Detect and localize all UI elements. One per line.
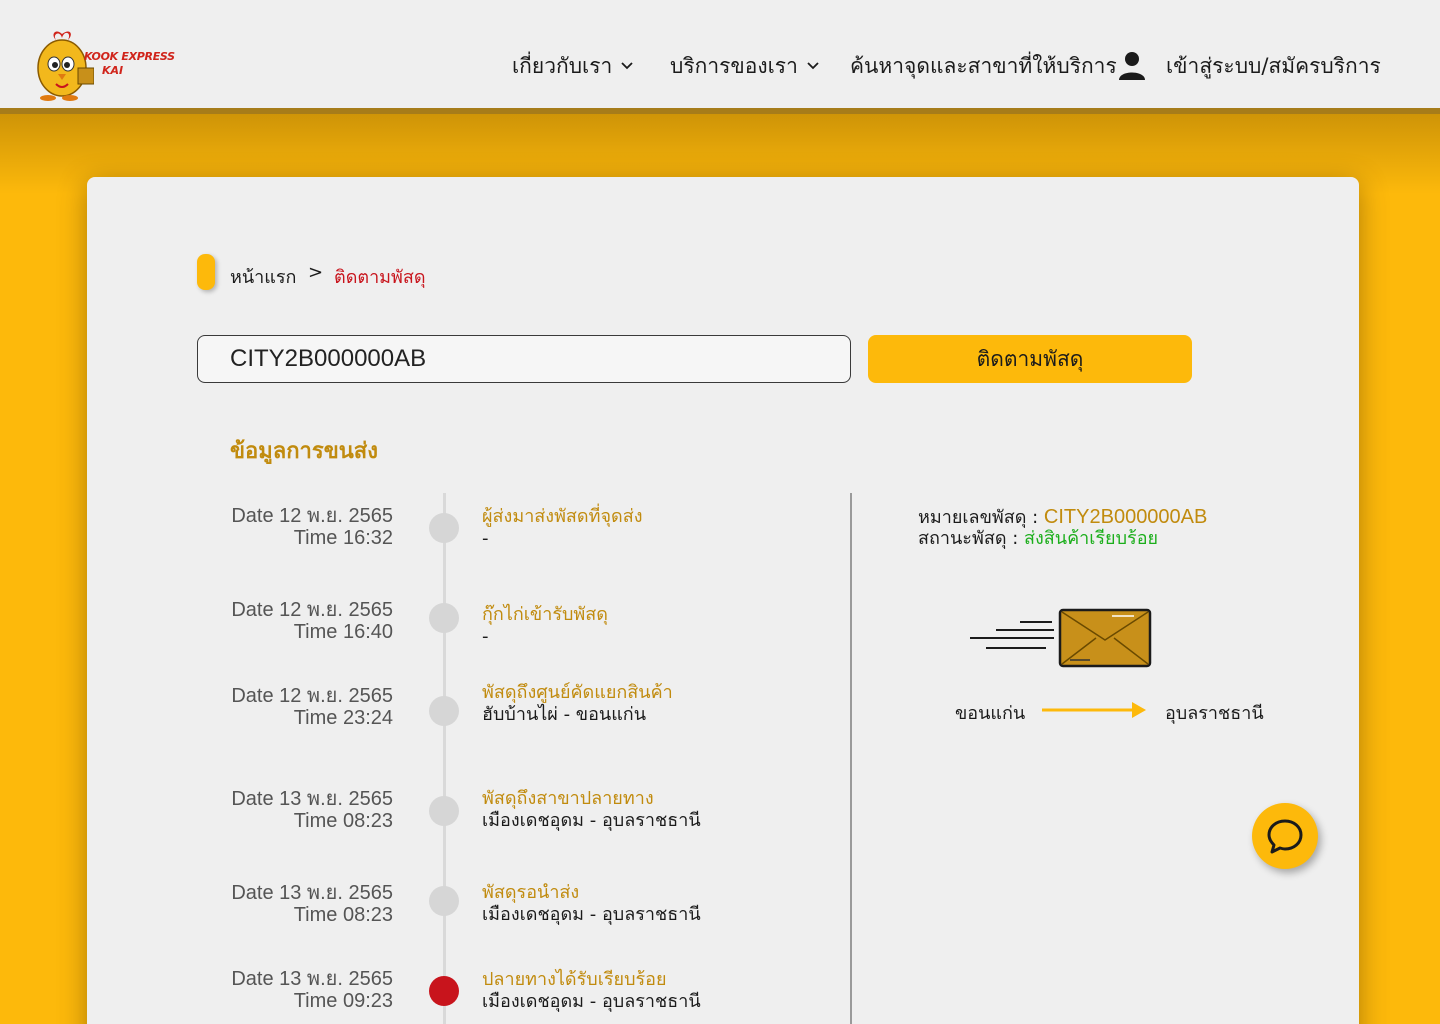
event-location: -: [482, 528, 489, 549]
chevron-down-icon: [621, 62, 633, 70]
nav-services-label: บริการของเรา: [670, 53, 798, 78]
chat-bubble-icon: [1267, 819, 1303, 854]
event-date: Date 13 พ.ย. 2565: [231, 882, 393, 904]
nav-services[interactable]: บริการของเรา: [670, 46, 820, 86]
breadcrumb-current: ติดตามพัสดุ: [334, 267, 426, 288]
timeline-dot-current: [429, 976, 459, 1006]
event-date: Date 12 พ.ย. 2565: [231, 505, 393, 527]
status-row: สถานะพัสดุ : ส่งสินค้าเรียบร้อย: [918, 528, 1158, 550]
breadcrumb-separator: >: [308, 262, 324, 283]
timeline-dot: [429, 513, 459, 543]
chevron-down-icon: [807, 62, 819, 70]
nav-login[interactable]: เข้าสู่ระบบ/สมัครบริการ: [1116, 46, 1381, 86]
event-date: Date 12 พ.ย. 2565: [231, 599, 393, 621]
nav-login-label: เข้าสู่ระบบ/สมัครบริการ: [1166, 53, 1381, 78]
event-time: Time 08:23: [293, 904, 393, 926]
route-origin: ขอนแก่น: [955, 703, 1026, 724]
event-date: Date 13 พ.ย. 2565: [231, 788, 393, 810]
event-location: -: [482, 626, 489, 647]
user-icon: [1119, 52, 1145, 80]
route-destination: อุบลราชธานี: [1165, 703, 1264, 724]
chat-button[interactable]: [1252, 803, 1318, 869]
event-title: พัสดุถึงสาขาปลายทาง: [482, 788, 654, 809]
chick-mascot-icon: [37, 31, 94, 101]
tracking-number-value: CITY2B000000AB: [1043, 506, 1208, 528]
nav-branches-label: ค้นหาจุดและสาขาที่ให้บริการ: [850, 53, 1117, 78]
timeline-dot: [429, 696, 459, 726]
event-time: Time 08:23: [293, 810, 393, 832]
track-parcel-button[interactable]: ติดตามพัสดุ: [868, 335, 1192, 383]
event-time: Time 23:24: [293, 707, 393, 729]
section-title: ข้อมูลการขนส่ง: [230, 439, 378, 464]
timeline-dot: [429, 603, 459, 633]
event-title: ผู้ส่งมาส่งพัสดที่จุดส่ง: [482, 506, 643, 527]
event-date: Date 13 พ.ย. 2565: [231, 968, 393, 990]
nav-branches[interactable]: ค้นหาจุดและสาขาที่ให้บริการ: [850, 46, 1117, 86]
tracking-number-label: หมายเลขพัสดุ :: [918, 507, 1044, 528]
envelope-speed-icon: [970, 608, 1152, 668]
nav-about-label: เกี่ยวกับเรา: [512, 53, 613, 78]
event-time: Time 09:23: [293, 990, 393, 1012]
event-time: Time 16:32: [293, 527, 393, 549]
event-date: Date 12 พ.ย. 2565: [231, 685, 393, 707]
event-time: Time 16:40: [293, 621, 393, 643]
event-title: พัสดุถึงศูนย์คัดแยกสินค้า: [482, 682, 673, 703]
nav-about[interactable]: เกี่ยวกับเรา: [512, 46, 634, 86]
event-location: เมืองเดชอุดม - อุบลราชธานี: [482, 904, 701, 925]
timeline-line: [443, 493, 446, 1024]
event-location: เมืองเดชอุดม - อุบลราชธานี: [482, 991, 701, 1012]
timeline-dot: [429, 886, 459, 916]
kook-express-logo[interactable]: KOOK EXPRESS KAI: [34, 28, 184, 104]
event-location: ฮับบ้านไผ่ - ขอนแก่น: [482, 704, 647, 725]
event-title: ปลายทางได้รับเรียบร้อย: [482, 969, 667, 990]
arrow-right-icon: [1042, 702, 1146, 718]
tracking-number-input[interactable]: [197, 335, 851, 383]
event-title: กุ๊กไก่เข้ารับพัสดุ: [482, 604, 608, 625]
status-value: ส่งสินค้าเรียบร้อย: [1024, 528, 1159, 549]
event-title: พัสดุรอนำส่ง: [482, 882, 580, 903]
event-location: เมืองเดชอุดม - อุบลราชธานี: [482, 810, 701, 831]
status-label: สถานะพัสดุ :: [918, 528, 1025, 549]
logo-text-top: KOOK EXPRESS: [84, 50, 175, 63]
breadcrumb-marker: [197, 254, 215, 290]
timeline-dot: [429, 796, 459, 826]
breadcrumb-home-link[interactable]: หน้าแรก: [230, 262, 296, 291]
tracking-number-row: หมายเลขพัสดุ : CITY2B000000AB: [918, 506, 1207, 529]
logo-text-bottom: KAI: [102, 64, 124, 77]
column-divider: [850, 493, 852, 1024]
top-header: KOOK EXPRESS KAI เกี่ยวกับเรา บริการของเ…: [0, 0, 1440, 110]
